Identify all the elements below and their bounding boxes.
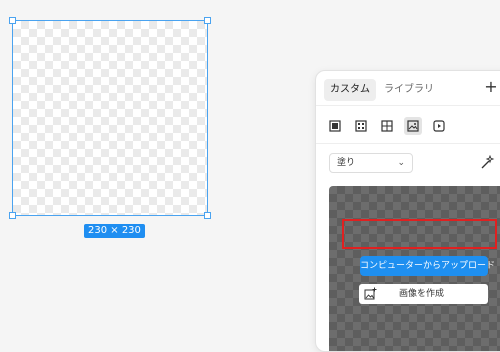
upload-highlight-box [342,219,497,249]
create-image-label: 画像を作成 [399,289,445,299]
fill-type-toolbar [326,117,456,135]
fill-panel: カスタム ライブラリ + 塗り ⌄ コンピューターからアップロード 画像を作成 [315,70,500,352]
frame-icon[interactable] [326,117,344,135]
add-image-icon [364,287,377,300]
chevron-down-icon: ⌄ [397,158,405,168]
size-badge: 230 × 230 [84,224,145,238]
resize-handle-top-right[interactable] [204,17,211,24]
image-frame[interactable] [9,17,211,219]
fill-type-value: 塗り [337,158,356,168]
panel-tabs: カスタム ライブラリ [324,79,442,101]
resize-handle-bottom-right[interactable] [204,212,211,219]
add-button[interactable]: + [482,77,500,97]
toolbar-divider [316,143,500,144]
resize-handle-top-left[interactable] [9,17,16,24]
gradient-icon[interactable] [352,117,370,135]
upload-from-computer-button[interactable]: コンピューターからアップロード [360,256,495,276]
pattern-icon[interactable] [378,117,396,135]
image-icon[interactable] [404,117,422,135]
video-icon[interactable] [430,117,448,135]
fill-type-select[interactable]: 塗り ⌄ [329,153,413,173]
create-image-button[interactable]: 画像を作成 [359,284,488,304]
tab-library[interactable]: ライブラリ [378,79,440,101]
magic-wand-icon[interactable] [479,154,495,171]
tab-divider [316,105,500,106]
tab-custom[interactable]: カスタム [324,79,376,101]
resize-handle-bottom-left[interactable] [9,212,16,219]
